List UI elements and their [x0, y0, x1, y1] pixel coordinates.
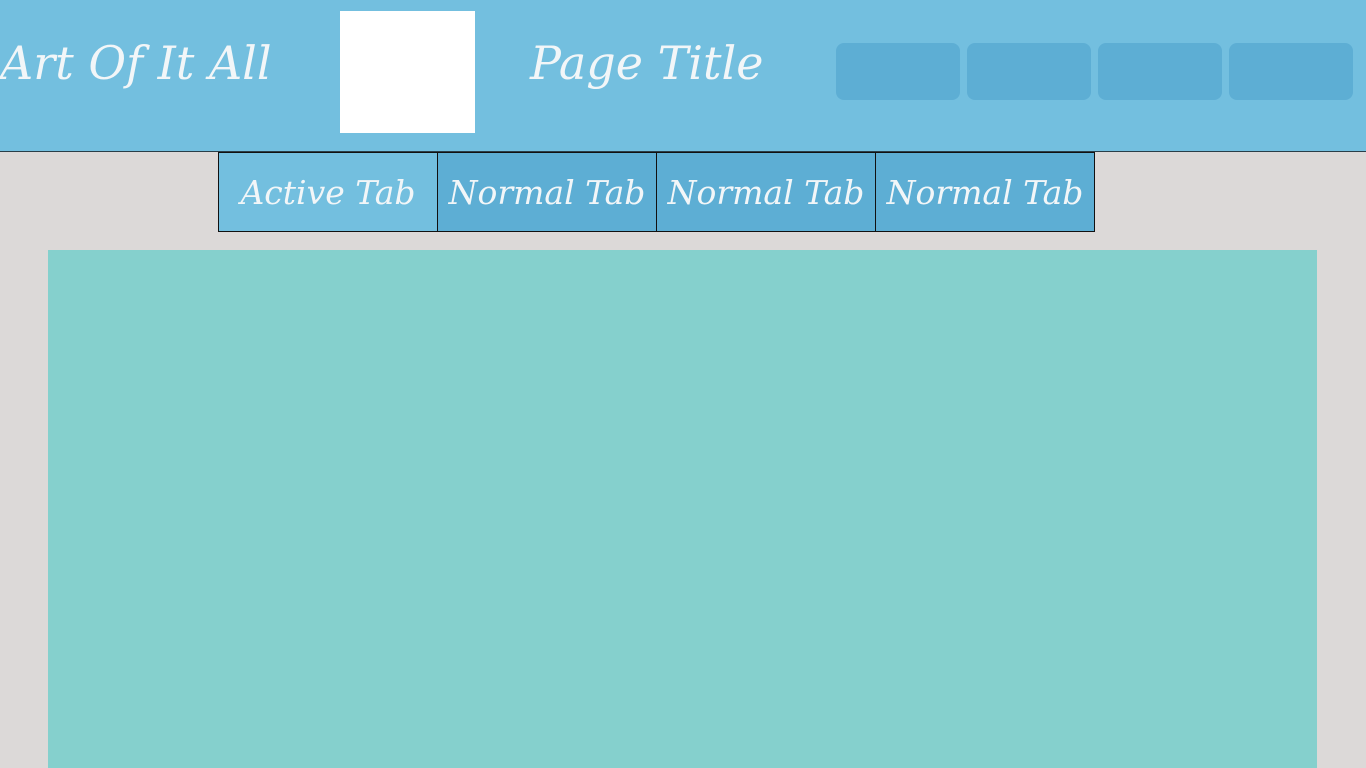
- nav-button-1[interactable]: [836, 43, 960, 100]
- page-title: Page Title: [530, 36, 764, 90]
- tab-normal-2[interactable]: Normal Tab: [656, 152, 876, 232]
- header: Art Of It All Page Title: [0, 0, 1366, 152]
- tab-normal-1[interactable]: Normal Tab: [437, 152, 657, 232]
- tab-bar: Active Tab Normal Tab Normal Tab Normal …: [218, 152, 1095, 232]
- nav-button-2[interactable]: [967, 43, 1091, 100]
- tab-active[interactable]: Active Tab: [218, 152, 438, 232]
- logo-image: [340, 11, 475, 133]
- content-area: [48, 250, 1317, 768]
- nav-button-3[interactable]: [1098, 43, 1222, 100]
- nav-button-4[interactable]: [1229, 43, 1353, 100]
- tab-normal-3[interactable]: Normal Tab: [875, 152, 1095, 232]
- site-title: Art Of It All: [0, 36, 272, 90]
